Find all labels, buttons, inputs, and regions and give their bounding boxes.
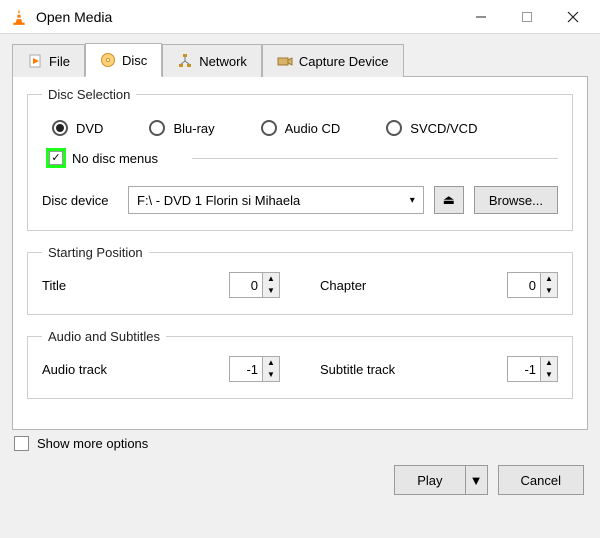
eject-icon: ⏏ [443,192,455,208]
chevron-down-icon: ▾ [410,195,415,206]
down-icon[interactable]: ▼ [263,369,279,381]
checkmark-icon: ✓ [49,151,63,165]
audio-track-spinner[interactable]: ▲▼ [229,356,280,382]
radio-label: Blu-ray [173,121,214,136]
up-icon[interactable]: ▲ [541,273,557,285]
tab-label: Capture Device [299,54,389,69]
show-more-options-row: Show more options [14,436,588,451]
radio-label: Audio CD [285,121,341,136]
down-icon[interactable]: ▼ [263,285,279,297]
radio-bluray[interactable]: Blu-ray [149,120,214,136]
play-button[interactable]: Play [394,465,465,495]
disc-device-row: Disc device F:\ - DVD 1 Florin si Mihael… [42,186,558,214]
up-icon[interactable]: ▲ [263,357,279,369]
close-button[interactable] [550,2,596,32]
checkbox-no-disc-menus[interactable]: ✓ [46,148,66,168]
starting-position-row: Title ▲▼ Chapter ▲▼ [42,272,558,298]
legend-audio-subtitles: Audio and Subtitles [42,329,166,344]
group-audio-subtitles: Audio and Subtitles Audio track ▲▼ Subti… [27,329,573,399]
audio-track-input[interactable] [230,357,262,381]
tab-network[interactable]: Network [162,44,262,77]
title-input[interactable] [230,273,262,297]
disc-device-value: F:\ - DVD 1 Florin si Mihaela [137,193,300,208]
up-icon[interactable]: ▲ [263,273,279,285]
show-more-options-label: Show more options [37,436,148,451]
cancel-label: Cancel [521,473,561,488]
legend-starting-position: Starting Position [42,245,149,260]
down-icon[interactable]: ▼ [541,369,557,381]
play-dropdown-button[interactable]: ▼ [466,465,488,495]
tabpanel-disc: Disc Selection DVD Blu-ray Audio CD SVCD… [12,76,588,430]
disc-icon [100,52,116,68]
cancel-button[interactable]: Cancel [498,465,584,495]
window-controls [458,2,596,32]
subtitle-track-input[interactable] [508,357,540,381]
tab-label: Disc [122,53,147,68]
radio-row: DVD Blu-ray Audio CD SVCD/VCD [52,120,558,136]
disc-device-combo[interactable]: F:\ - DVD 1 Florin si Mihaela ▾ [128,186,424,214]
chapter-label: Chapter [320,278,480,293]
chevron-down-icon: ▼ [470,473,483,488]
radio-label: SVCD/VCD [410,121,477,136]
title-spinner[interactable]: ▲▼ [229,272,280,298]
checkbox-no-disc-menus-row: ✓ No disc menus [46,148,558,168]
tab-label: File [49,54,70,69]
footer-buttons: Play ▼ Cancel [12,465,588,495]
chapter-input[interactable] [508,273,540,297]
tab-file[interactable]: File [12,44,85,77]
radio-icon [261,120,277,136]
play-split-button: Play ▼ [394,465,487,495]
minimize-button[interactable] [458,2,504,32]
maximize-button[interactable] [504,2,550,32]
group-disc-selection: Disc Selection DVD Blu-ray Audio CD SVCD… [27,87,573,231]
browse-label: Browse... [489,193,543,208]
radio-audiocd[interactable]: Audio CD [261,120,341,136]
subtitle-track-spinner[interactable]: ▲▼ [507,356,558,382]
subtitle-track-label: Subtitle track [320,362,480,377]
tabs: File Disc Network Capture Device [12,42,588,76]
tab-label: Network [199,54,247,69]
play-label: Play [417,473,442,488]
radio-dvd[interactable]: DVD [52,120,103,136]
radio-icon [52,120,68,136]
radio-icon [386,120,402,136]
disc-device-label: Disc device [42,193,118,208]
legend-disc-selection: Disc Selection [42,87,136,102]
checkbox-label: No disc menus [72,151,158,166]
eject-button[interactable]: ⏏ [434,186,464,214]
capture-icon [277,53,293,69]
separator [192,158,558,159]
window-title: Open Media [36,9,458,25]
audio-subs-row: Audio track ▲▼ Subtitle track ▲▼ [42,356,558,382]
down-icon[interactable]: ▼ [541,285,557,297]
chapter-spinner[interactable]: ▲▼ [507,272,558,298]
title-label: Title [42,278,202,293]
file-icon [27,53,43,69]
network-icon [177,53,193,69]
up-icon[interactable]: ▲ [541,357,557,369]
tab-capture-device[interactable]: Capture Device [262,44,404,77]
tab-disc[interactable]: Disc [85,43,162,77]
vlc-icon [10,8,28,26]
browse-button[interactable]: Browse... [474,186,558,214]
group-starting-position: Starting Position Title ▲▼ Chapter ▲▼ [27,245,573,315]
radio-svcd[interactable]: SVCD/VCD [386,120,477,136]
radio-label: DVD [76,121,103,136]
audio-track-label: Audio track [42,362,202,377]
titlebar: Open Media [0,0,600,34]
radio-icon [149,120,165,136]
show-more-options-checkbox[interactable] [14,436,29,451]
